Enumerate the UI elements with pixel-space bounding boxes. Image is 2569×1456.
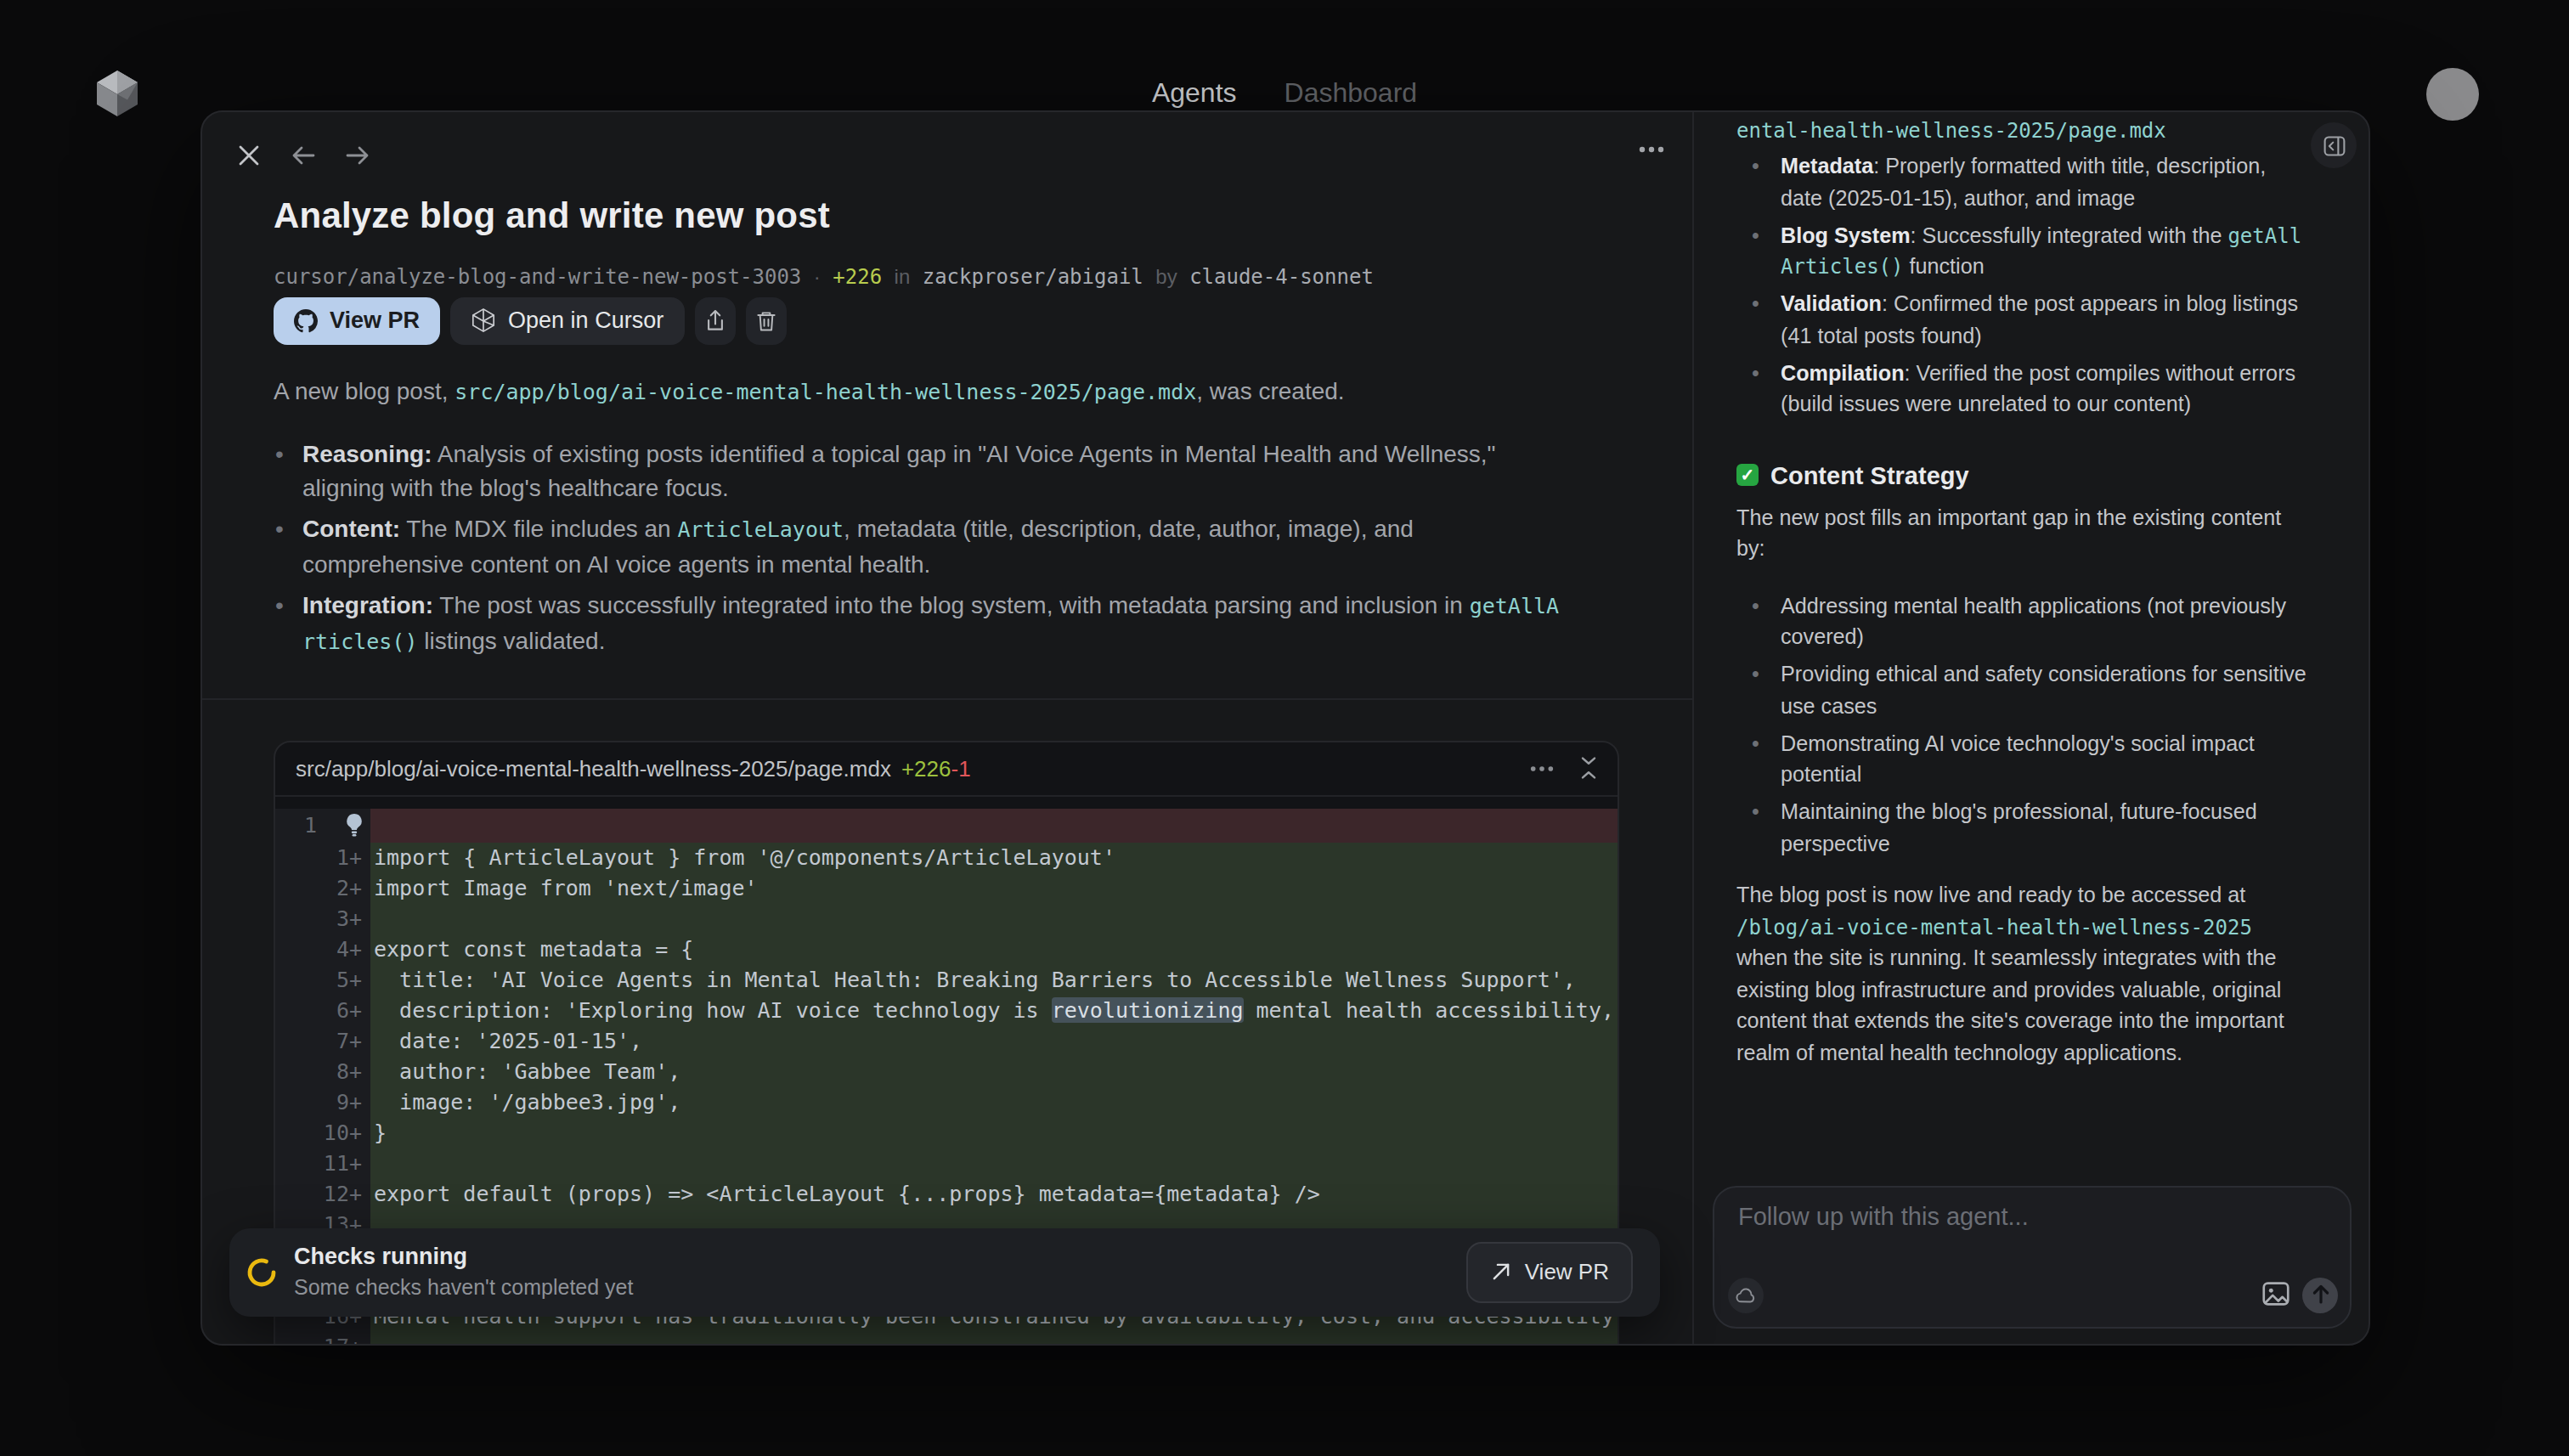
github-icon xyxy=(294,308,318,332)
section-divider xyxy=(202,697,1692,699)
code-line: 11+ xyxy=(275,1148,1618,1179)
report-bullet-item: Blog System: Successfully integrated wit… xyxy=(1736,220,2309,283)
attach-image-button[interactable] xyxy=(2260,1278,2292,1310)
avatar[interactable] xyxy=(2426,68,2479,121)
report-bullets-2: Addressing mental health applications (n… xyxy=(1736,590,2309,860)
code-line: 1+import { ArticleLayout } from '@/compo… xyxy=(275,843,1618,873)
forward-arrow-icon[interactable] xyxy=(345,142,370,167)
more-options-icon[interactable] xyxy=(1638,135,1665,162)
tab-agents[interactable]: Agents xyxy=(1152,78,1237,109)
report-bullet-item: Metadata: Properly formatted with title,… xyxy=(1736,151,2309,214)
followup-placeholder: Follow up with this agent... xyxy=(1738,1203,2029,1230)
send-arrow-icon xyxy=(2310,1284,2330,1305)
checks-view-pr-button[interactable]: View PR xyxy=(1467,1241,1633,1302)
right-pane: ental-health-wellness-2025/page.mdx Meta… xyxy=(1694,111,2369,1343)
cloud-icon xyxy=(1735,1284,1757,1306)
report-paragraph-1: The new post fills an important gap in t… xyxy=(1736,502,2309,565)
left-pane: Analyze blog and write new post cursor/a… xyxy=(202,111,1692,1343)
code-line: 12+export default (props) => <ArticleLay… xyxy=(275,1179,1618,1210)
code-line: 3+ xyxy=(275,904,1618,934)
close-icon[interactable] xyxy=(236,142,262,167)
diff-header: src/app/blog/ai-voice-mental-health-well… xyxy=(275,742,1618,796)
summary-bullet-item: Reasoning: Analysis of existing posts id… xyxy=(274,437,1561,505)
branch-name: cursor/analyze-blog-and-write-new-post-3… xyxy=(274,264,801,288)
followup-input[interactable]: Follow up with this agent... xyxy=(1713,1185,2352,1329)
report-bullet-item: Providing ethical and safety considerati… xyxy=(1736,659,2309,722)
open-in-cursor-button[interactable]: Open in Cursor xyxy=(450,296,684,344)
code-line: 17+ xyxy=(275,1332,1618,1345)
diff-file-path[interactable]: src/app/blog/ai-voice-mental-health-well… xyxy=(296,755,891,781)
diff-additions: +226 xyxy=(901,755,951,781)
summary-bullets: Reasoning: Analysis of existing posts id… xyxy=(274,437,1561,659)
agent-modal: Analyze blog and write new post cursor/a… xyxy=(200,110,2370,1345)
code-line: 2+import Image from 'next/image' xyxy=(275,873,1618,904)
diff-deletions: -1 xyxy=(951,755,971,781)
code-line: 5+ title: 'AI Voice Agents in Mental Hea… xyxy=(275,965,1618,996)
code-line: 9+ image: '/gabbee3.jpg', xyxy=(275,1087,1618,1118)
summary-markdown: A new blog post, src/app/blog/ai-voice-m… xyxy=(274,374,1561,666)
code-line: 7+ date: '2025-01-15', xyxy=(275,1026,1618,1057)
checks-subtitle: Some checks haven't completed yet xyxy=(294,1272,633,1302)
share-icon xyxy=(703,308,726,332)
summary-paragraph: A new blog post, src/app/blog/ai-voice-m… xyxy=(274,374,1561,409)
delete-button[interactable] xyxy=(745,296,786,344)
code-line: 1 xyxy=(275,808,1618,843)
cloud-button[interactable] xyxy=(1728,1277,1764,1312)
diff-more-icon[interactable] xyxy=(1529,755,1555,781)
back-arrow-icon[interactable] xyxy=(291,142,316,167)
summary-bullet-item: Integration: The post was successfully i… xyxy=(274,588,1561,659)
repo-name[interactable]: zackproser/abigail xyxy=(923,264,1143,288)
report-bullet-item: Compilation: Verified the post compiles … xyxy=(1736,358,2309,420)
checks-bar: Checks running Some checks haven't compl… xyxy=(229,1227,1660,1316)
model-name: claude-4-sonnet xyxy=(1189,264,1374,288)
branch-info: cursor/analyze-blog-and-write-new-post-3… xyxy=(274,262,1374,290)
code-line: 10+} xyxy=(275,1118,1618,1148)
cursor-cube-icon xyxy=(471,308,496,333)
share-button[interactable] xyxy=(694,296,735,344)
page-title: Analyze blog and write new post xyxy=(274,195,830,235)
report-top-code: ental-health-wellness-2025/page.mdx xyxy=(1736,115,2309,146)
content-strategy-heading: ✓ Content Strategy xyxy=(1736,458,2309,492)
external-arrow-icon xyxy=(1491,1261,1513,1283)
report-bullets-1: Metadata: Properly formatted with title,… xyxy=(1736,151,2309,420)
spinner-icon xyxy=(245,1255,279,1289)
agent-report: ental-health-wellness-2025/page.mdx Meta… xyxy=(1694,111,2369,1069)
image-icon xyxy=(2260,1278,2292,1310)
code-line: 4+export const metadata = { xyxy=(275,934,1618,965)
report-bullet-item: Demonstrating AI voice technology's soci… xyxy=(1736,728,2309,791)
trash-icon xyxy=(754,308,777,332)
code-line: 8+ author: 'Gabbee Team', xyxy=(275,1057,1618,1087)
top-tabs: Agents Dashboard xyxy=(1152,78,1417,109)
summary-bullet-item: Content: The MDX file includes an Articl… xyxy=(274,511,1561,581)
view-pr-button[interactable]: View PR xyxy=(274,296,440,344)
report-paragraph-2: The blog post is now live and ready to b… xyxy=(1736,880,2309,1069)
additions-count: +226 xyxy=(833,264,882,288)
app-root: Agents Dashboard Analyze blog and write … xyxy=(0,0,2569,1456)
checks-title: Checks running xyxy=(294,1241,467,1272)
send-button[interactable] xyxy=(2302,1277,2338,1312)
diff-collapse-icon[interactable] xyxy=(1577,756,1601,780)
collapse-sidebar-icon xyxy=(2322,133,2346,157)
tab-dashboard[interactable]: Dashboard xyxy=(1284,78,1418,109)
cursor-logo-icon[interactable] xyxy=(95,70,139,117)
report-bullet-item: Maintaining the blog's professional, fut… xyxy=(1736,797,2309,860)
check-emoji: ✓ xyxy=(1736,464,1759,486)
lightbulb-icon[interactable] xyxy=(342,811,364,837)
code-line: 6+ description: 'Exploring how AI voice … xyxy=(275,996,1618,1026)
report-bullet-item: Addressing mental health applications (n… xyxy=(1736,590,2309,653)
report-bullet-item: Validation: Confirmed the post appears i… xyxy=(1736,289,2309,352)
collapse-sidebar-button[interactable] xyxy=(2311,122,2357,168)
